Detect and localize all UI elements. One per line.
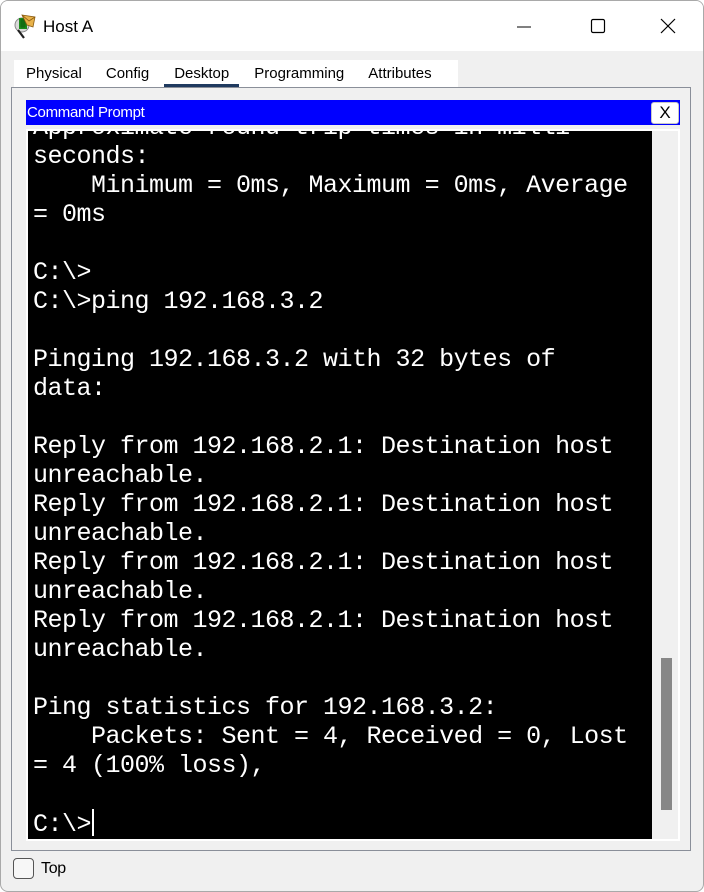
terminal-line: Minimum = 0ms, Maximum = 0ms, Average — [33, 171, 628, 200]
terminal-output[interactable]: Approximate round trip times in milli-se… — [28, 131, 652, 839]
terminal-line: Pinging 192.168.3.2 with 32 bytes of — [33, 345, 556, 374]
top-checkbox[interactable] — [13, 858, 34, 879]
tab-physical[interactable]: Physical — [26, 60, 82, 87]
terminal-line: Reply from 192.168.2.1: Destination host — [33, 548, 614, 577]
terminal-line: seconds: — [33, 142, 150, 171]
maximize-icon — [590, 18, 606, 34]
terminal-prompt-line[interactable]: C:\> — [33, 809, 628, 839]
tab-config[interactable]: Config — [106, 60, 149, 87]
packet-tracer-host-icon — [14, 14, 36, 39]
terminal-line: = 4 (100% loss), — [33, 751, 266, 780]
command-prompt-header: Command Prompt X — [26, 100, 680, 125]
text-cursor — [92, 809, 95, 836]
command-prompt-title: Command Prompt — [27, 104, 145, 121]
close-icon — [660, 18, 676, 34]
tab-programming[interactable]: Programming — [254, 60, 344, 87]
maximize-button[interactable] — [575, 9, 621, 43]
terminal-line: unreachable. — [33, 461, 208, 490]
terminal-line: Reply from 192.168.2.1: Destination host — [33, 432, 614, 461]
terminal-line: C:\> — [33, 258, 92, 287]
terminal-text: Approximate round trip times in milli-se… — [33, 131, 628, 839]
terminal-line: data: — [33, 374, 106, 403]
title-bar[interactable]: Host A — [1, 1, 703, 51]
tab-desktop[interactable]: Desktop — [164, 60, 240, 87]
command-prompt-close-button[interactable]: X — [651, 102, 679, 124]
terminal-line: unreachable. — [33, 577, 208, 606]
terminal-line: Packets: Sent = 4, Received = 0, Lost — [33, 722, 628, 751]
terminal-line: Reply from 192.168.2.1: Destination host — [33, 606, 614, 635]
terminal-line: Approximate round trip times in milli- — [33, 131, 628, 142]
terminal-prompt: C:\> — [33, 810, 92, 839]
device-tabs: Physical Config Desktop Programming Attr… — [14, 60, 458, 87]
terminal-line: Reply from 192.168.2.1: Destination host — [33, 490, 614, 519]
terminal-line: C:\>ping 192.168.3.2 — [33, 287, 324, 316]
minimize-icon — [517, 26, 531, 28]
terminal-line: Ping statistics for 192.168.3.2: — [33, 693, 498, 722]
close-button[interactable] — [645, 9, 691, 43]
terminal-line: unreachable. — [33, 519, 208, 548]
window-title: Host A — [43, 17, 94, 36]
terminal-scrollbar[interactable] — [652, 131, 678, 839]
tab-attributes[interactable]: Attributes — [368, 60, 431, 87]
terminal-line: unreachable. — [33, 635, 208, 664]
scrollbar-thumb[interactable] — [661, 658, 672, 810]
minimize-button[interactable] — [501, 9, 547, 43]
top-checkbox-label: Top — [41, 860, 66, 877]
host-window: Host A Physical Config Desktop Programmi… — [0, 0, 704, 892]
terminal-line: = 0ms — [33, 200, 106, 229]
